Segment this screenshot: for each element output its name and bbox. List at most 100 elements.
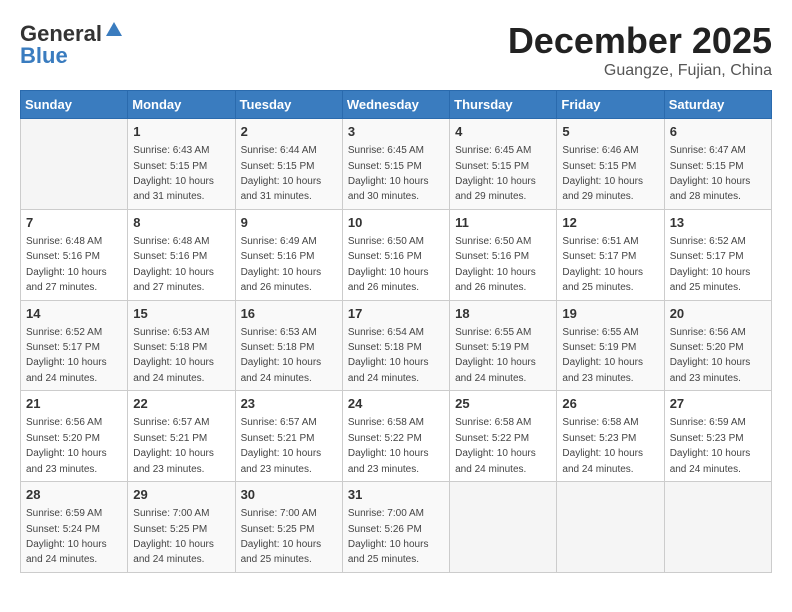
calendar-week-1: 1 Sunrise: 6:43 AMSunset: 5:15 PMDaylight… <box>21 119 772 210</box>
weekday-header-saturday: Saturday <box>664 91 771 119</box>
calendar-cell: 25Sunrise: 6:58 AMSunset: 5:22 PMDayligh… <box>450 391 557 482</box>
calendar-cell: 1 Sunrise: 6:43 AMSunset: 5:15 PMDaylight… <box>128 119 235 210</box>
day-info: Sunrise: 6:44 AMSunset: 5:15 PMDaylight:… <box>241 145 322 202</box>
day-number: 17 <box>348 305 444 323</box>
logo-triangle-icon <box>105 20 123 43</box>
day-info: Sunrise: 6:56 AMSunset: 5:20 PMDaylight:… <box>670 327 751 384</box>
day-number: 6 <box>670 123 766 141</box>
calendar-cell: 15Sunrise: 6:53 AMSunset: 5:18 PMDayligh… <box>128 300 235 391</box>
calendar-cell: 27Sunrise: 6:59 AMSunset: 5:23 PMDayligh… <box>664 391 771 482</box>
weekday-header-thursday: Thursday <box>450 91 557 119</box>
day-info: Sunrise: 7:00 AMSunset: 5:25 PMDaylight:… <box>241 508 322 565</box>
calendar-cell: 14 Sunrise: 6:52 AMSunset: 5:17 PMDayligh… <box>21 300 128 391</box>
calendar-cell: 2 Sunrise: 6:44 AMSunset: 5:15 PMDaylight… <box>235 119 342 210</box>
day-info: Sunrise: 6:46 AMSunset: 5:15 PMDaylight:… <box>562 145 643 202</box>
day-number: 2 <box>241 123 337 141</box>
calendar-cell: 8 Sunrise: 6:48 AMSunset: 5:16 PMDaylight… <box>128 209 235 300</box>
calendar-cell: 13 Sunrise: 6:52 AMSunset: 5:17 PMDayligh… <box>664 209 771 300</box>
day-number: 19 <box>562 305 658 323</box>
day-info: Sunrise: 6:55 AMSunset: 5:19 PMDaylight:… <box>562 327 643 384</box>
weekday-header-row: SundayMondayTuesdayWednesdayThursdayFrid… <box>21 91 772 119</box>
day-info: Sunrise: 6:57 AMSunset: 5:21 PMDaylight:… <box>241 417 322 474</box>
calendar-cell <box>450 482 557 573</box>
page-header: General Blue December 2025 Guangze, Fuji… <box>20 20 772 80</box>
day-info: Sunrise: 7:00 AMSunset: 5:26 PMDaylight:… <box>348 508 429 565</box>
calendar-cell: 17 Sunrise: 6:54 AMSunset: 5:18 PMDayligh… <box>342 300 449 391</box>
day-number: 13 <box>670 214 766 232</box>
calendar-cell: 16 Sunrise: 6:53 AMSunset: 5:18 PMDayligh… <box>235 300 342 391</box>
day-number: 30 <box>241 486 337 504</box>
calendar-cell: 7 Sunrise: 6:48 AMSunset: 5:16 PMDaylight… <box>21 209 128 300</box>
day-number: 16 <box>241 305 337 323</box>
day-number: 12 <box>562 214 658 232</box>
day-info: Sunrise: 6:50 AMSunset: 5:16 PMDaylight:… <box>348 236 429 293</box>
logo-blue-text: Blue <box>20 43 68 69</box>
day-info: Sunrise: 6:56 AMSunset: 5:20 PMDaylight:… <box>26 417 107 474</box>
weekday-header-monday: Monday <box>128 91 235 119</box>
day-number: 21 <box>26 395 122 413</box>
day-info: Sunrise: 6:59 AMSunset: 5:24 PMDaylight:… <box>26 508 107 565</box>
day-number: 25 <box>455 395 551 413</box>
day-number: 29 <box>133 486 229 504</box>
day-info: Sunrise: 6:54 AMSunset: 5:18 PMDaylight:… <box>348 327 429 384</box>
calendar-cell: 4 Sunrise: 6:45 AMSunset: 5:15 PMDaylight… <box>450 119 557 210</box>
day-info: Sunrise: 6:47 AMSunset: 5:15 PMDaylight:… <box>670 145 751 202</box>
weekday-header-tuesday: Tuesday <box>235 91 342 119</box>
day-number: 8 <box>133 214 229 232</box>
day-info: Sunrise: 6:43 AMSunset: 5:15 PMDaylight:… <box>133 145 214 202</box>
day-number: 11 <box>455 214 551 232</box>
weekday-header-friday: Friday <box>557 91 664 119</box>
calendar-cell: 11 Sunrise: 6:50 AMSunset: 5:16 PMDayligh… <box>450 209 557 300</box>
calendar-cell: 22Sunrise: 6:57 AMSunset: 5:21 PMDayligh… <box>128 391 235 482</box>
day-info: Sunrise: 6:58 AMSunset: 5:23 PMDaylight:… <box>562 417 643 474</box>
day-number: 15 <box>133 305 229 323</box>
calendar-cell <box>557 482 664 573</box>
day-number: 28 <box>26 486 122 504</box>
day-info: Sunrise: 6:53 AMSunset: 5:18 PMDaylight:… <box>241 327 322 384</box>
day-info: Sunrise: 6:48 AMSunset: 5:16 PMDaylight:… <box>133 236 214 293</box>
day-number: 5 <box>562 123 658 141</box>
day-info: Sunrise: 6:50 AMSunset: 5:16 PMDaylight:… <box>455 236 536 293</box>
calendar-cell: 31 Sunrise: 7:00 AMSunset: 5:26 PMDayligh… <box>342 482 449 573</box>
calendar-cell: 29 Sunrise: 7:00 AMSunset: 5:25 PMDayligh… <box>128 482 235 573</box>
calendar-table: SundayMondayTuesdayWednesdayThursdayFrid… <box>20 90 772 573</box>
day-number: 7 <box>26 214 122 232</box>
month-title: December 2025 <box>508 20 772 62</box>
day-info: Sunrise: 7:00 AMSunset: 5:25 PMDaylight:… <box>133 508 214 565</box>
day-number: 23 <box>241 395 337 413</box>
day-number: 14 <box>26 305 122 323</box>
calendar-cell: 28 Sunrise: 6:59 AMSunset: 5:24 PMDayligh… <box>21 482 128 573</box>
location-title: Guangze, Fujian, China <box>508 62 772 80</box>
day-number: 31 <box>348 486 444 504</box>
day-number: 26 <box>562 395 658 413</box>
day-number: 20 <box>670 305 766 323</box>
weekday-header-wednesday: Wednesday <box>342 91 449 119</box>
calendar-cell: 9 Sunrise: 6:49 AMSunset: 5:16 PMDaylight… <box>235 209 342 300</box>
calendar-cell: 30 Sunrise: 7:00 AMSunset: 5:25 PMDayligh… <box>235 482 342 573</box>
calendar-week-5: 28 Sunrise: 6:59 AMSunset: 5:24 PMDayligh… <box>21 482 772 573</box>
calendar-week-4: 21 Sunrise: 6:56 AMSunset: 5:20 PMDayligh… <box>21 391 772 482</box>
calendar-cell: 5 Sunrise: 6:46 AMSunset: 5:15 PMDaylight… <box>557 119 664 210</box>
calendar-cell: 18Sunrise: 6:55 AMSunset: 5:19 PMDayligh… <box>450 300 557 391</box>
day-info: Sunrise: 6:59 AMSunset: 5:23 PMDaylight:… <box>670 417 751 474</box>
day-number: 9 <box>241 214 337 232</box>
calendar-cell: 24 Sunrise: 6:58 AMSunset: 5:22 PMDayligh… <box>342 391 449 482</box>
day-number: 4 <box>455 123 551 141</box>
logo: General Blue <box>20 20 123 69</box>
day-info: Sunrise: 6:58 AMSunset: 5:22 PMDaylight:… <box>348 417 429 474</box>
day-info: Sunrise: 6:45 AMSunset: 5:15 PMDaylight:… <box>348 145 429 202</box>
weekday-header-sunday: Sunday <box>21 91 128 119</box>
day-info: Sunrise: 6:57 AMSunset: 5:21 PMDaylight:… <box>133 417 214 474</box>
day-info: Sunrise: 6:48 AMSunset: 5:16 PMDaylight:… <box>26 236 107 293</box>
calendar-cell: 21 Sunrise: 6:56 AMSunset: 5:20 PMDayligh… <box>21 391 128 482</box>
day-info: Sunrise: 6:51 AMSunset: 5:17 PMDaylight:… <box>562 236 643 293</box>
title-block: December 2025 Guangze, Fujian, China <box>508 20 772 80</box>
day-number: 3 <box>348 123 444 141</box>
day-info: Sunrise: 6:49 AMSunset: 5:16 PMDaylight:… <box>241 236 322 293</box>
day-number: 24 <box>348 395 444 413</box>
day-info: Sunrise: 6:52 AMSunset: 5:17 PMDaylight:… <box>670 236 751 293</box>
day-number: 1 <box>133 123 229 141</box>
calendar-cell <box>664 482 771 573</box>
day-info: Sunrise: 6:45 AMSunset: 5:15 PMDaylight:… <box>455 145 536 202</box>
day-info: Sunrise: 6:52 AMSunset: 5:17 PMDaylight:… <box>26 327 107 384</box>
